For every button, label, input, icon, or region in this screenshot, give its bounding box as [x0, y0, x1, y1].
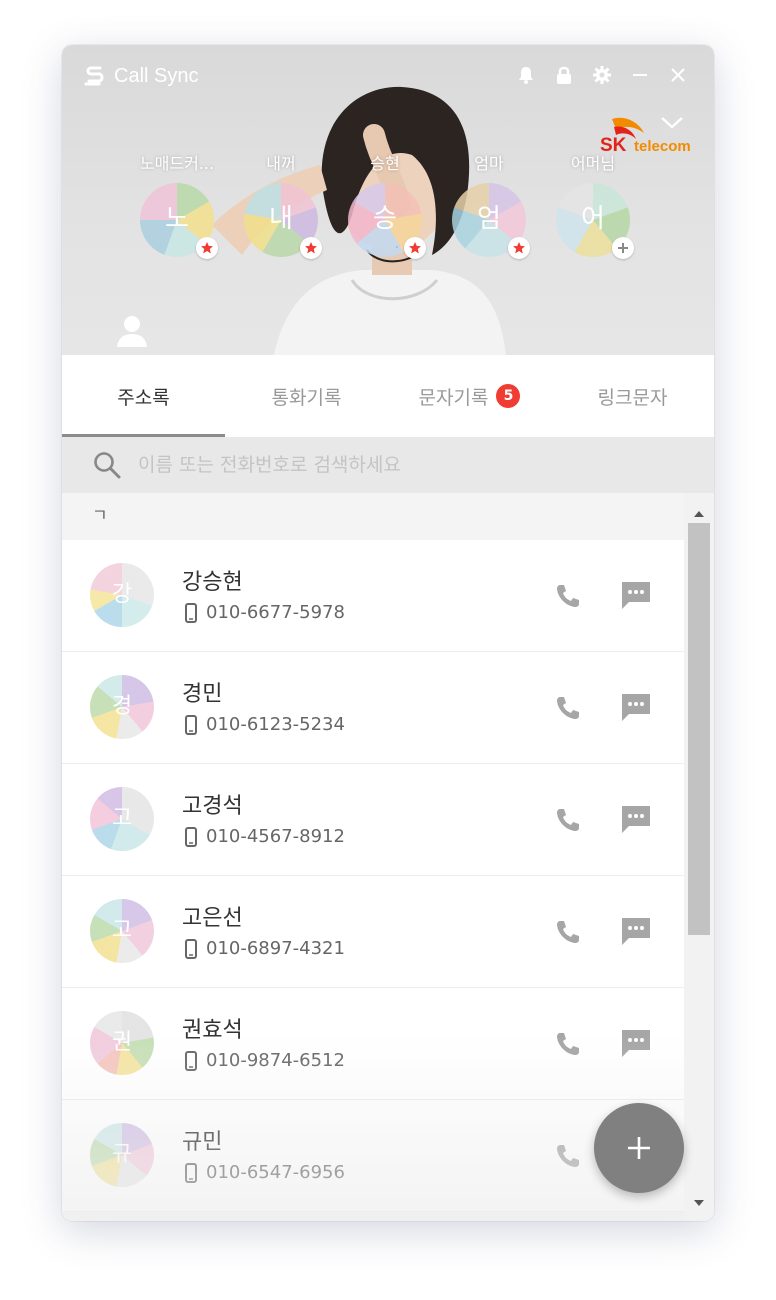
list-item[interactable]: 고 고경석 010-4567-8912	[62, 764, 684, 876]
search-input[interactable]	[136, 453, 620, 477]
sk-telecom-logo: SK telecom	[598, 115, 698, 157]
scrollbar-thumb[interactable]	[688, 523, 710, 935]
contact-name: 고은선	[182, 906, 243, 931]
title-bar-controls	[514, 63, 690, 87]
bell-icon[interactable]	[514, 63, 538, 87]
favorite-label: 승현	[370, 154, 400, 173]
star-icon	[196, 237, 218, 259]
favorites-row: 노매드커... 노 내꺼 내 승현 승 엄마 엄 어머님 어	[132, 153, 672, 273]
contact-name: 강승현	[182, 570, 243, 595]
favorite-contact[interactable]: 내꺼 내	[236, 153, 326, 259]
list-item[interactable]: 강 강승현 010-6677-5978	[62, 540, 684, 652]
minimize-icon[interactable]	[628, 63, 652, 87]
favorite-avatar[interactable]: 내	[244, 183, 322, 259]
tab-message-history[interactable]: 문자기록 5	[388, 355, 551, 437]
mobile-icon	[185, 938, 197, 959]
phone-icon[interactable]	[552, 692, 584, 724]
app-title: Call Sync	[114, 64, 199, 87]
mobile-icon	[185, 1162, 197, 1183]
phone-icon[interactable]	[552, 1028, 584, 1060]
contact-phone: 010-6547-6956	[184, 1162, 345, 1183]
favorite-contact[interactable]: 어머님 어	[548, 153, 638, 259]
add-contact-button[interactable]	[594, 1103, 684, 1193]
app-brand: Call Sync	[82, 63, 198, 89]
phone-icon[interactable]	[552, 916, 584, 948]
contact-list: ㄱ 강 강승현 010-6677-5978 경 경민 010-6123-5234	[62, 493, 684, 1221]
star-icon	[508, 237, 530, 259]
star-icon	[300, 237, 322, 259]
star-icon	[404, 237, 426, 259]
scrollbar[interactable]	[684, 493, 714, 1221]
header-banner: Call Sync SK telecom 노매드커... 노 내꺼 내 승현 승…	[62, 45, 714, 355]
avatar: 규	[90, 1123, 154, 1187]
favorite-avatar[interactable]: 어	[556, 183, 634, 259]
scroll-up-arrow-icon[interactable]	[693, 503, 705, 522]
message-icon[interactable]	[618, 578, 654, 612]
favorite-avatar[interactable]: 승	[348, 183, 426, 259]
favorite-contact[interactable]: 노매드커... 노	[132, 153, 222, 259]
tab-contacts[interactable]: 주소록	[62, 355, 225, 438]
favorite-contact[interactable]: 승현 승	[340, 153, 430, 259]
contact-name: 고경석	[182, 794, 243, 819]
gear-icon[interactable]	[590, 63, 614, 87]
lock-icon[interactable]	[552, 63, 576, 87]
mobile-icon	[185, 602, 197, 623]
search-bar	[62, 437, 714, 493]
favorite-label: 엄마	[474, 154, 504, 173]
list-item[interactable]: 규 규민 010-6547-6956	[62, 1100, 684, 1212]
tab-link-message[interactable]: 링크문자	[551, 355, 714, 437]
avatar: 권	[90, 1011, 154, 1075]
scroll-down-arrow-icon[interactable]	[693, 1192, 705, 1211]
phone-icon[interactable]	[552, 580, 584, 612]
call-sync-logo-icon	[82, 63, 108, 89]
favorite-label: 내꺼	[266, 154, 296, 173]
avatar: 고	[90, 899, 154, 963]
close-icon[interactable]	[666, 63, 690, 87]
message-icon[interactable]	[618, 802, 654, 836]
contact-phone: 010-6677-5978	[184, 602, 345, 623]
unread-badge: 5	[496, 384, 521, 408]
favorite-contact[interactable]: 엄마 엄	[444, 153, 534, 259]
contact-name: 경민	[182, 682, 223, 707]
phone-icon[interactable]	[552, 804, 584, 836]
contact-phone: 010-6123-5234	[184, 714, 345, 735]
message-icon[interactable]	[618, 690, 654, 724]
profile-icon[interactable]	[114, 313, 150, 353]
contact-name: 권효석	[182, 1018, 243, 1043]
message-icon[interactable]	[618, 914, 654, 948]
add-favorite-icon[interactable]	[612, 237, 634, 259]
avatar: 고	[90, 787, 154, 851]
mobile-icon	[185, 826, 197, 847]
phone-icon[interactable]	[552, 1140, 584, 1172]
app-window: Call Sync SK telecom 노매드커... 노 내꺼 내 승현 승…	[62, 45, 714, 1221]
contact-phone: 010-4567-8912	[184, 826, 345, 847]
contact-phone: 010-6897-4321	[184, 938, 345, 959]
avatar: 경	[90, 675, 154, 739]
list-item[interactable]: 경 경민 010-6123-5234	[62, 652, 684, 764]
plus-icon	[628, 1137, 650, 1159]
tab-call-history[interactable]: 통화기록	[225, 355, 388, 437]
contact-phone: 010-9874-6512	[184, 1050, 345, 1071]
list-item[interactable]: 고 고은선 010-6897-4321	[62, 876, 684, 988]
mobile-icon	[185, 714, 197, 735]
list-item[interactable]: 권 권효석 010-9874-6512	[62, 988, 684, 1100]
contact-name: 규민	[182, 1130, 223, 1155]
favorite-label: 노매드커...	[139, 154, 215, 173]
tab-bar: 주소록 통화기록 문자기록 5 링크문자	[62, 355, 714, 438]
favorite-label: 어머님	[570, 154, 616, 173]
message-icon[interactable]	[618, 1026, 654, 1060]
search-icon	[92, 450, 122, 480]
mobile-icon	[185, 1050, 197, 1071]
favorite-avatar[interactable]: 노	[140, 183, 218, 259]
favorite-avatar[interactable]: 엄	[452, 183, 530, 259]
avatar: 강	[90, 563, 154, 627]
section-header: ㄱ	[62, 493, 684, 540]
